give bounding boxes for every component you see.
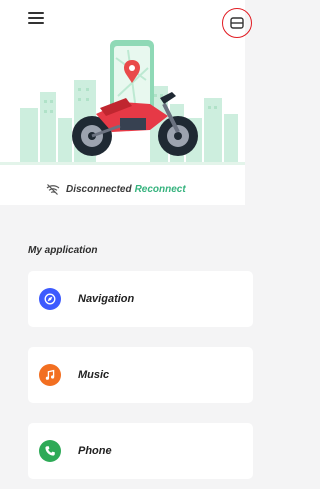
- status-text: Disconnected: [66, 184, 132, 195]
- section-title: My application: [28, 245, 98, 256]
- app-screen: Disconnected Reconnect My application Na…: [0, 0, 253, 489]
- app-card-navigation[interactable]: Navigation: [28, 271, 253, 327]
- app-label-music: Music: [78, 369, 110, 381]
- app-label-navigation: Navigation: [78, 293, 135, 305]
- app-label-phone: Phone: [78, 445, 112, 457]
- navigation-icon: [39, 288, 61, 310]
- phone-icon: [39, 440, 61, 462]
- connection-status: Disconnected Reconnect: [46, 184, 186, 195]
- wifi-off-icon: [46, 184, 60, 195]
- hero-panel: Disconnected Reconnect: [0, 0, 252, 205]
- music-icon: [39, 364, 61, 386]
- reconnect-link[interactable]: Reconnect: [135, 184, 186, 195]
- motorcycle-illustration: [0, 40, 245, 165]
- app-card-phone[interactable]: Phone: [28, 423, 253, 479]
- app-card-music[interactable]: Music: [28, 347, 253, 403]
